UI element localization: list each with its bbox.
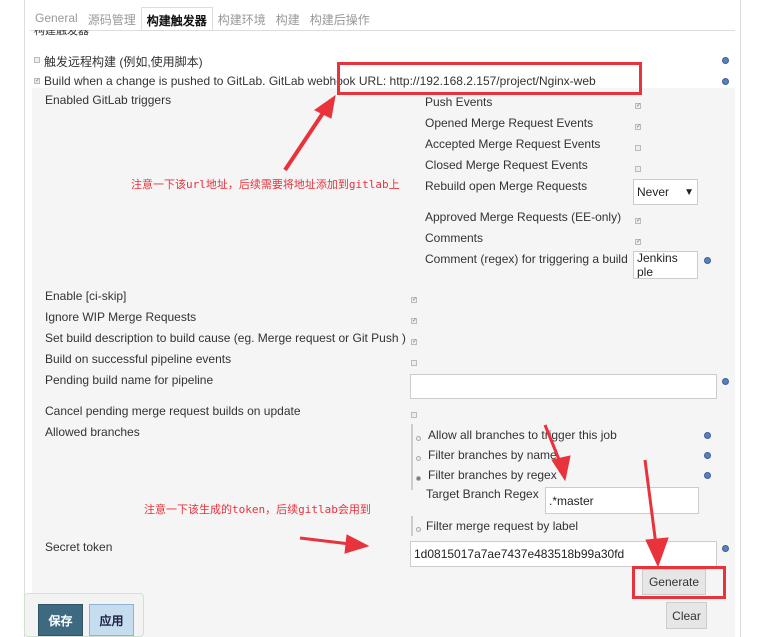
regex-arrow xyxy=(543,424,562,463)
generate-arrowhead xyxy=(645,537,669,568)
url-arrowhead xyxy=(314,94,336,119)
url-arrow xyxy=(283,108,327,172)
regex-arrowhead xyxy=(551,455,571,482)
annotation-arrows xyxy=(283,94,669,568)
generate-arrow xyxy=(643,459,658,546)
token-arrowhead xyxy=(344,534,370,554)
token-arrow xyxy=(299,536,351,546)
